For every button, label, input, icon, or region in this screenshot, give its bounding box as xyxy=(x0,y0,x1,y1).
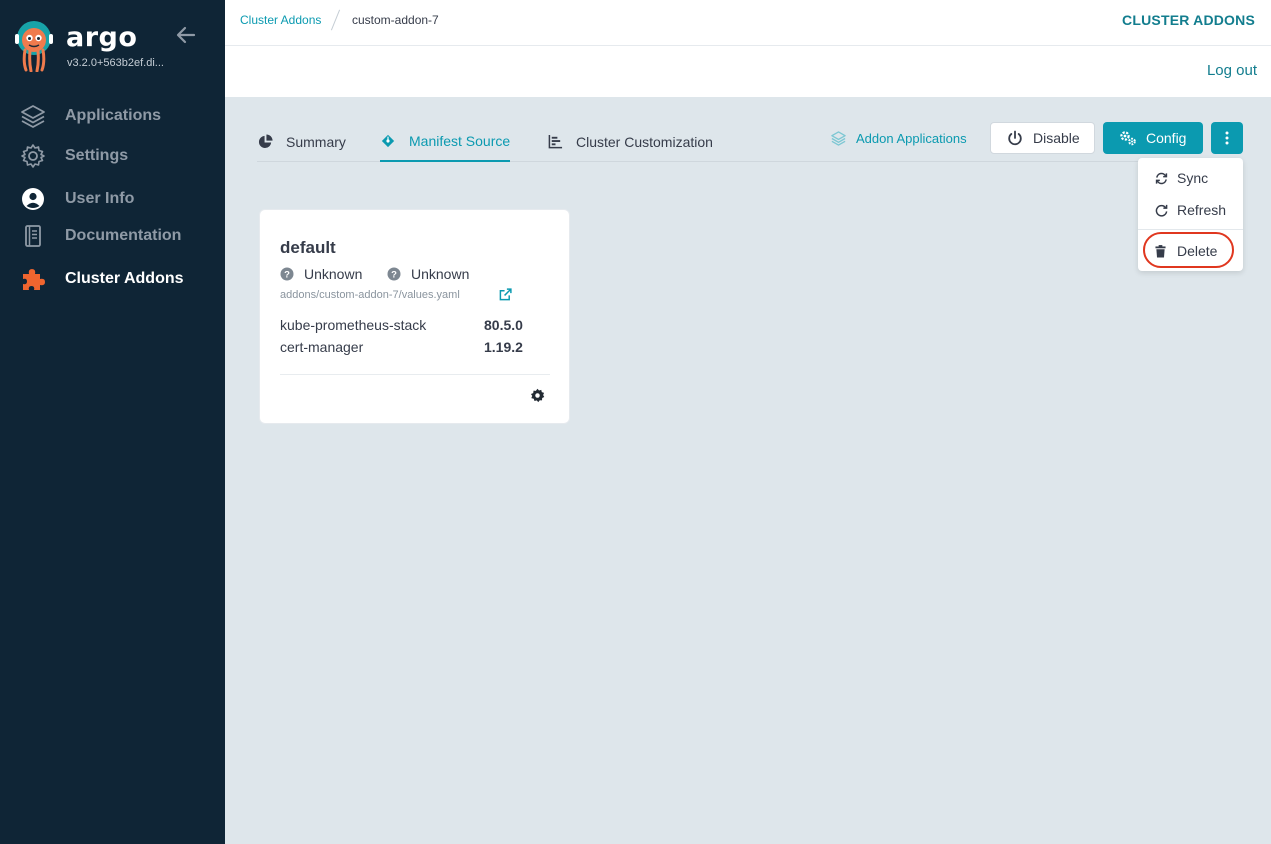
sync-icon xyxy=(1155,172,1168,184)
actions-dropdown-menu: Sync Refresh Delete xyxy=(1138,158,1243,271)
status-sync: ? Unknown xyxy=(280,266,362,282)
git-diamond-icon xyxy=(380,133,396,149)
menu-divider xyxy=(1138,229,1243,230)
puzzle-icon xyxy=(20,266,46,292)
addon-applications-link[interactable]: Addon Applications xyxy=(830,129,967,147)
tab-bar: Summary Manifest Source Cluster Customiz… xyxy=(257,122,1243,162)
user-circle-icon xyxy=(20,186,46,212)
logo-text: argo xyxy=(66,22,138,53)
menu-item-sync[interactable]: Sync xyxy=(1138,164,1243,192)
card-divider xyxy=(280,374,550,375)
sidebar: argo v3.2.0+563b2ef.di... Applications S… xyxy=(0,0,225,844)
sidebar-item-settings[interactable]: Settings xyxy=(0,138,225,174)
layers-icon xyxy=(20,103,46,129)
breadcrumb-cluster-addons[interactable]: Cluster Addons xyxy=(240,13,321,27)
menu-item-refresh[interactable]: Refresh xyxy=(1138,196,1243,224)
page-title: CLUSTER ADDONS xyxy=(1122,12,1255,28)
breadcrumb-separator xyxy=(330,9,341,31)
layers-icon xyxy=(831,130,846,146)
source-card: default ? Unknown ? Unknown addons/custo… xyxy=(259,209,570,424)
status-label: Unknown xyxy=(304,266,363,282)
svg-text:?: ? xyxy=(391,270,397,281)
top-bar: Cluster Addons custom-addon-7 CLUSTER AD… xyxy=(225,0,1271,46)
gear-icon[interactable] xyxy=(530,388,545,403)
question-circle-icon: ? xyxy=(280,267,294,281)
values-file-link[interactable]: addons/custom-addon-7/values.yaml xyxy=(280,289,460,301)
svg-text:?: ? xyxy=(284,270,290,281)
breadcrumb-current: custom-addon-7 xyxy=(352,13,439,27)
menu-item-label: Refresh xyxy=(1177,202,1227,218)
sidebar-item-user-info[interactable]: User Info xyxy=(0,181,225,217)
sub-bar: Log out xyxy=(225,46,1271,97)
refresh-icon xyxy=(1155,204,1168,217)
chart-version: 1.19.2 xyxy=(484,339,523,355)
question-circle-icon: ? xyxy=(387,267,401,281)
gears-icon xyxy=(1120,131,1136,146)
sidebar-item-label: Settings xyxy=(65,147,129,164)
disable-button[interactable]: Disable xyxy=(990,122,1095,154)
kebab-menu-icon xyxy=(1225,131,1229,145)
sidebar-item-label: Applications xyxy=(65,107,162,124)
tab-manifest-source[interactable]: Manifest Source xyxy=(380,122,511,162)
disable-label: Disable xyxy=(1033,130,1080,146)
menu-item-delete[interactable]: Delete xyxy=(1138,237,1243,265)
book-icon xyxy=(20,223,46,249)
status-health: ? Unknown xyxy=(387,266,469,282)
card-title: default xyxy=(280,238,336,257)
sidebar-item-cluster-addons[interactable]: Cluster Addons xyxy=(0,261,225,297)
tab-label: Cluster Customization xyxy=(576,133,713,150)
power-icon xyxy=(1008,130,1022,146)
menu-item-label: Delete xyxy=(1177,243,1218,259)
version-label: v3.2.0+563b2ef.di... xyxy=(67,57,164,69)
sidebar-item-label: Documentation xyxy=(65,227,182,244)
config-button[interactable]: Config xyxy=(1103,122,1203,154)
chart-name: cert-manager xyxy=(280,339,364,355)
sidebar-item-applications[interactable]: Applications xyxy=(0,98,225,134)
trash-icon xyxy=(1155,244,1166,257)
collapse-sidebar-arrow-icon[interactable] xyxy=(175,24,197,46)
bar-chart-icon xyxy=(547,134,563,150)
gear-icon xyxy=(20,143,46,169)
config-label: Config xyxy=(1146,130,1187,146)
logout-link[interactable]: Log out xyxy=(1207,62,1257,79)
sidebar-item-documentation[interactable]: Documentation xyxy=(0,218,225,254)
menu-item-label: Sync xyxy=(1177,170,1209,186)
chart-name: kube-prometheus-stack xyxy=(280,317,427,333)
tab-label: Manifest Source xyxy=(409,133,511,149)
external-link-icon[interactable] xyxy=(499,288,512,301)
tab-label: Summary xyxy=(286,133,346,150)
chart-version: 80.5.0 xyxy=(484,317,523,333)
status-label: Unknown xyxy=(411,266,470,282)
tab-summary[interactable]: Summary xyxy=(257,122,346,161)
tab-cluster-customization[interactable]: Cluster Customization xyxy=(547,122,713,161)
sidebar-item-label: Cluster Addons xyxy=(65,270,184,287)
sidebar-item-label: User Info xyxy=(65,190,135,207)
pie-chart-icon xyxy=(257,134,273,150)
more-actions-button[interactable] xyxy=(1211,122,1243,154)
addon-applications-label: Addon Applications xyxy=(856,130,967,146)
argo-mascot-icon xyxy=(15,21,53,72)
